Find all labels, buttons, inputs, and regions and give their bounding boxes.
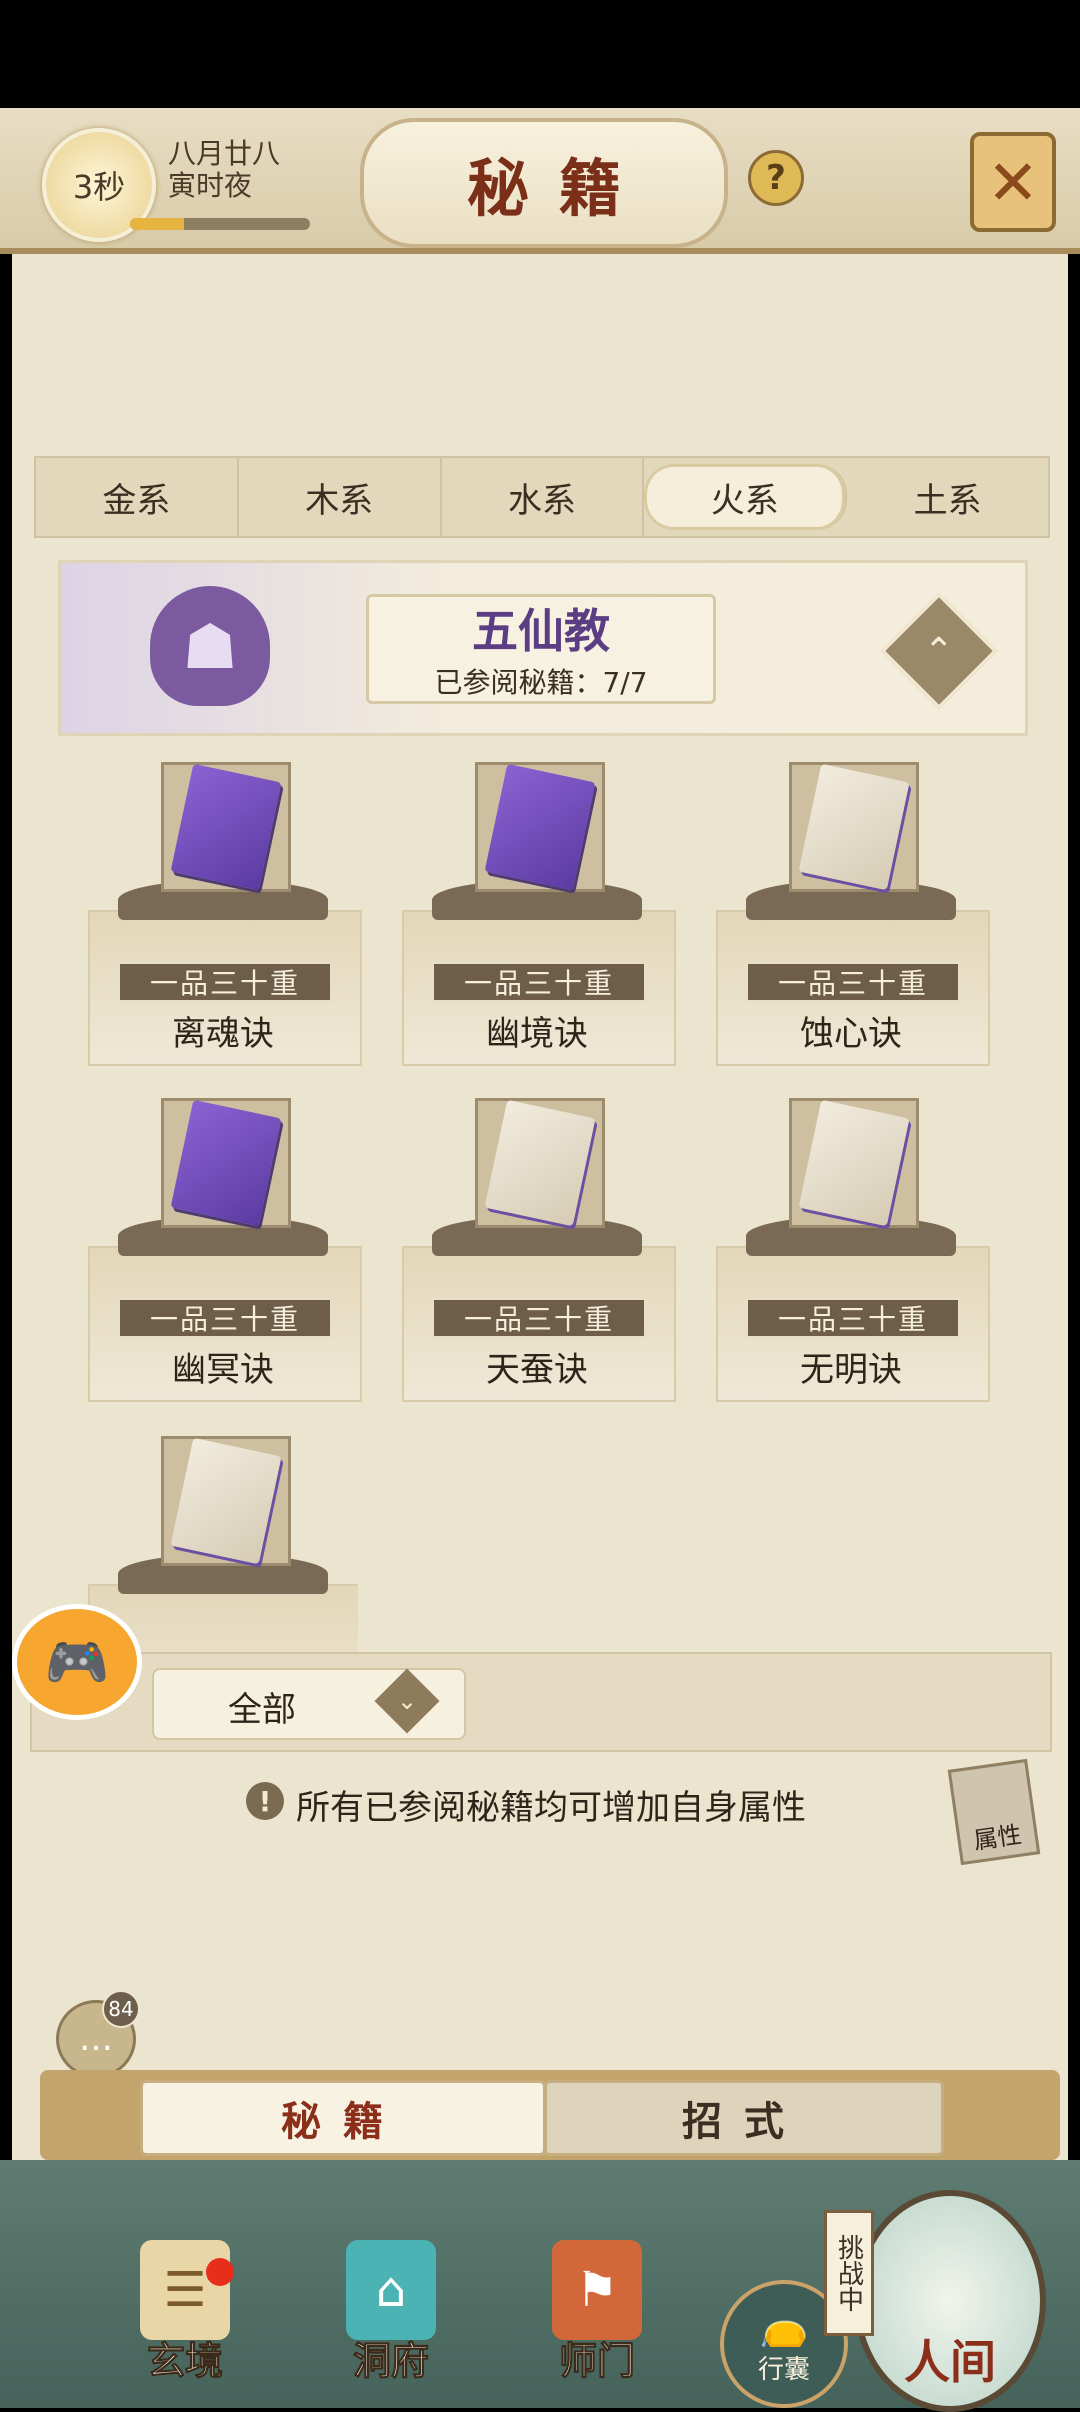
book-grade: 一品三十重 xyxy=(746,962,960,1002)
book-name: 离魂诀 xyxy=(172,1014,274,1054)
book-name: 幽境诀 xyxy=(486,1014,588,1054)
book-grade: 一品三十重 xyxy=(118,1298,332,1338)
purple-book-icon xyxy=(484,763,596,891)
book-icon xyxy=(161,1098,291,1228)
nav-item-xuanjing[interactable]: ☰ 玄境 xyxy=(110,2240,260,2400)
chat-badge: 84 xyxy=(102,1990,140,2028)
element-tabs: 金系 木系 水系 火系 土系 xyxy=(34,456,1050,538)
nav-item-shimen[interactable]: ⚑ 师门 xyxy=(522,2240,672,2400)
book-icon xyxy=(475,762,605,892)
segment-manuals[interactable]: 秘籍 xyxy=(140,2080,546,2156)
nav-item-dongfu[interactable]: ⌂ 洞府 xyxy=(316,2240,466,2400)
timer-text: 3秒 xyxy=(72,168,126,206)
book-name: 无明诀 xyxy=(800,1350,902,1390)
book-name: 幽冥诀 xyxy=(172,1350,274,1390)
book-card[interactable]: 一品三十重 天蚕诀 xyxy=(402,1098,676,1402)
time-progress-fill xyxy=(130,218,184,230)
date-line-1: 八月廿八 xyxy=(168,137,281,170)
game-date: 八月廿八 寅时夜 xyxy=(168,138,280,202)
open-book-icon xyxy=(484,1099,596,1227)
book-icon xyxy=(789,762,919,892)
page-title: 秘籍 xyxy=(466,152,651,225)
book-grade: 一品三十重 xyxy=(432,962,646,1002)
book-icon xyxy=(475,1098,605,1228)
page-title-plate: 秘籍 xyxy=(360,118,728,248)
purple-book-icon xyxy=(170,763,282,891)
tab-water[interactable]: 水系 xyxy=(442,458,645,536)
attributes-label: 属性 xyxy=(971,1820,1024,1855)
question-icon[interactable]: ? xyxy=(748,150,804,206)
book-icon xyxy=(161,1436,291,1566)
attributes-button[interactable]: 属性 xyxy=(947,1758,1041,1866)
book-grade: 一品三十重 xyxy=(118,962,332,1002)
segment-label: 秘籍 xyxy=(281,2098,405,2145)
book-name: 蚀心诀 xyxy=(800,1014,902,1054)
world-label: 人间 xyxy=(904,2335,996,2389)
book-card[interactable]: 一品三十重 无明诀 xyxy=(716,1098,990,1402)
scroll-book-icon xyxy=(798,1099,910,1227)
notification-dot xyxy=(206,2258,234,2286)
book-grade: 一品三十重 xyxy=(746,1298,960,1338)
pouch-icon: 👝 xyxy=(759,2303,809,2349)
book-icon xyxy=(161,762,291,892)
sect-name-box: 五仙教 已参阅秘籍：7/7 xyxy=(366,594,716,704)
tab-earth[interactable]: 土系 xyxy=(847,458,1048,536)
book-card[interactable]: 一品三十重 离魂诀 xyxy=(88,762,362,1066)
hint-text: 所有已参阅秘籍均可增加自身属性 xyxy=(296,1788,806,1828)
segment-label: 招式 xyxy=(682,2098,806,2145)
nav-label: 洞府 xyxy=(352,2338,429,2384)
time-progress-bar xyxy=(130,218,310,230)
tab-label: 金系 xyxy=(102,480,171,521)
book-card[interactable]: 一品三十重 幽境诀 xyxy=(402,762,676,1066)
segment-moves[interactable]: 招式 xyxy=(544,2080,944,2156)
scroll-book-icon xyxy=(798,763,910,891)
tab-wood[interactable]: 木系 xyxy=(239,458,442,536)
date-line-2: 寅时夜 xyxy=(168,169,253,202)
challenge-tag[interactable]: 挑战中 xyxy=(824,2210,874,2336)
purple-book-icon xyxy=(170,1099,282,1227)
book-icon xyxy=(789,1098,919,1228)
tab-fire[interactable]: 火系 xyxy=(644,464,848,530)
scroll-book-icon xyxy=(170,1437,282,1565)
close-cross-icon[interactable]: ✕ xyxy=(970,132,1056,232)
tab-label: 火系 xyxy=(710,480,779,521)
tab-label: 水系 xyxy=(507,480,576,521)
info-icon: ! xyxy=(246,1782,284,1820)
purple-beast-mask-icon: ☗ xyxy=(150,586,270,706)
nav-label: 玄境 xyxy=(146,2338,223,2384)
nav-label: 师门 xyxy=(558,2338,635,2384)
tab-label: 木系 xyxy=(305,480,374,521)
scroll-icon: ☰ xyxy=(140,2240,230,2340)
gamepad-icon[interactable]: 🎮 xyxy=(12,1604,142,1720)
book-card[interactable]: 一品三十重 蚀心诀 xyxy=(716,762,990,1066)
book-grade: 一品三十重 xyxy=(432,1298,646,1338)
book-name: 天蚕诀 xyxy=(486,1350,588,1390)
book-card[interactable]: 一品三十重 幽冥诀 xyxy=(88,1098,362,1402)
filter-label: 全部 xyxy=(228,1690,296,1730)
tab-metal[interactable]: 金系 xyxy=(36,458,239,536)
sect-progress: 已参阅秘籍：7/7 xyxy=(434,666,648,699)
world-button[interactable]: 人间 xyxy=(854,2190,1046,2412)
banner-icon: ⚑ xyxy=(552,2240,642,2340)
book-card[interactable] xyxy=(88,1436,358,1652)
tab-label: 土系 xyxy=(913,480,982,521)
sect-name: 五仙教 xyxy=(472,604,610,658)
bag-label: 行囊 xyxy=(757,2355,810,2385)
pavilion-icon: ⌂ xyxy=(346,2240,436,2340)
